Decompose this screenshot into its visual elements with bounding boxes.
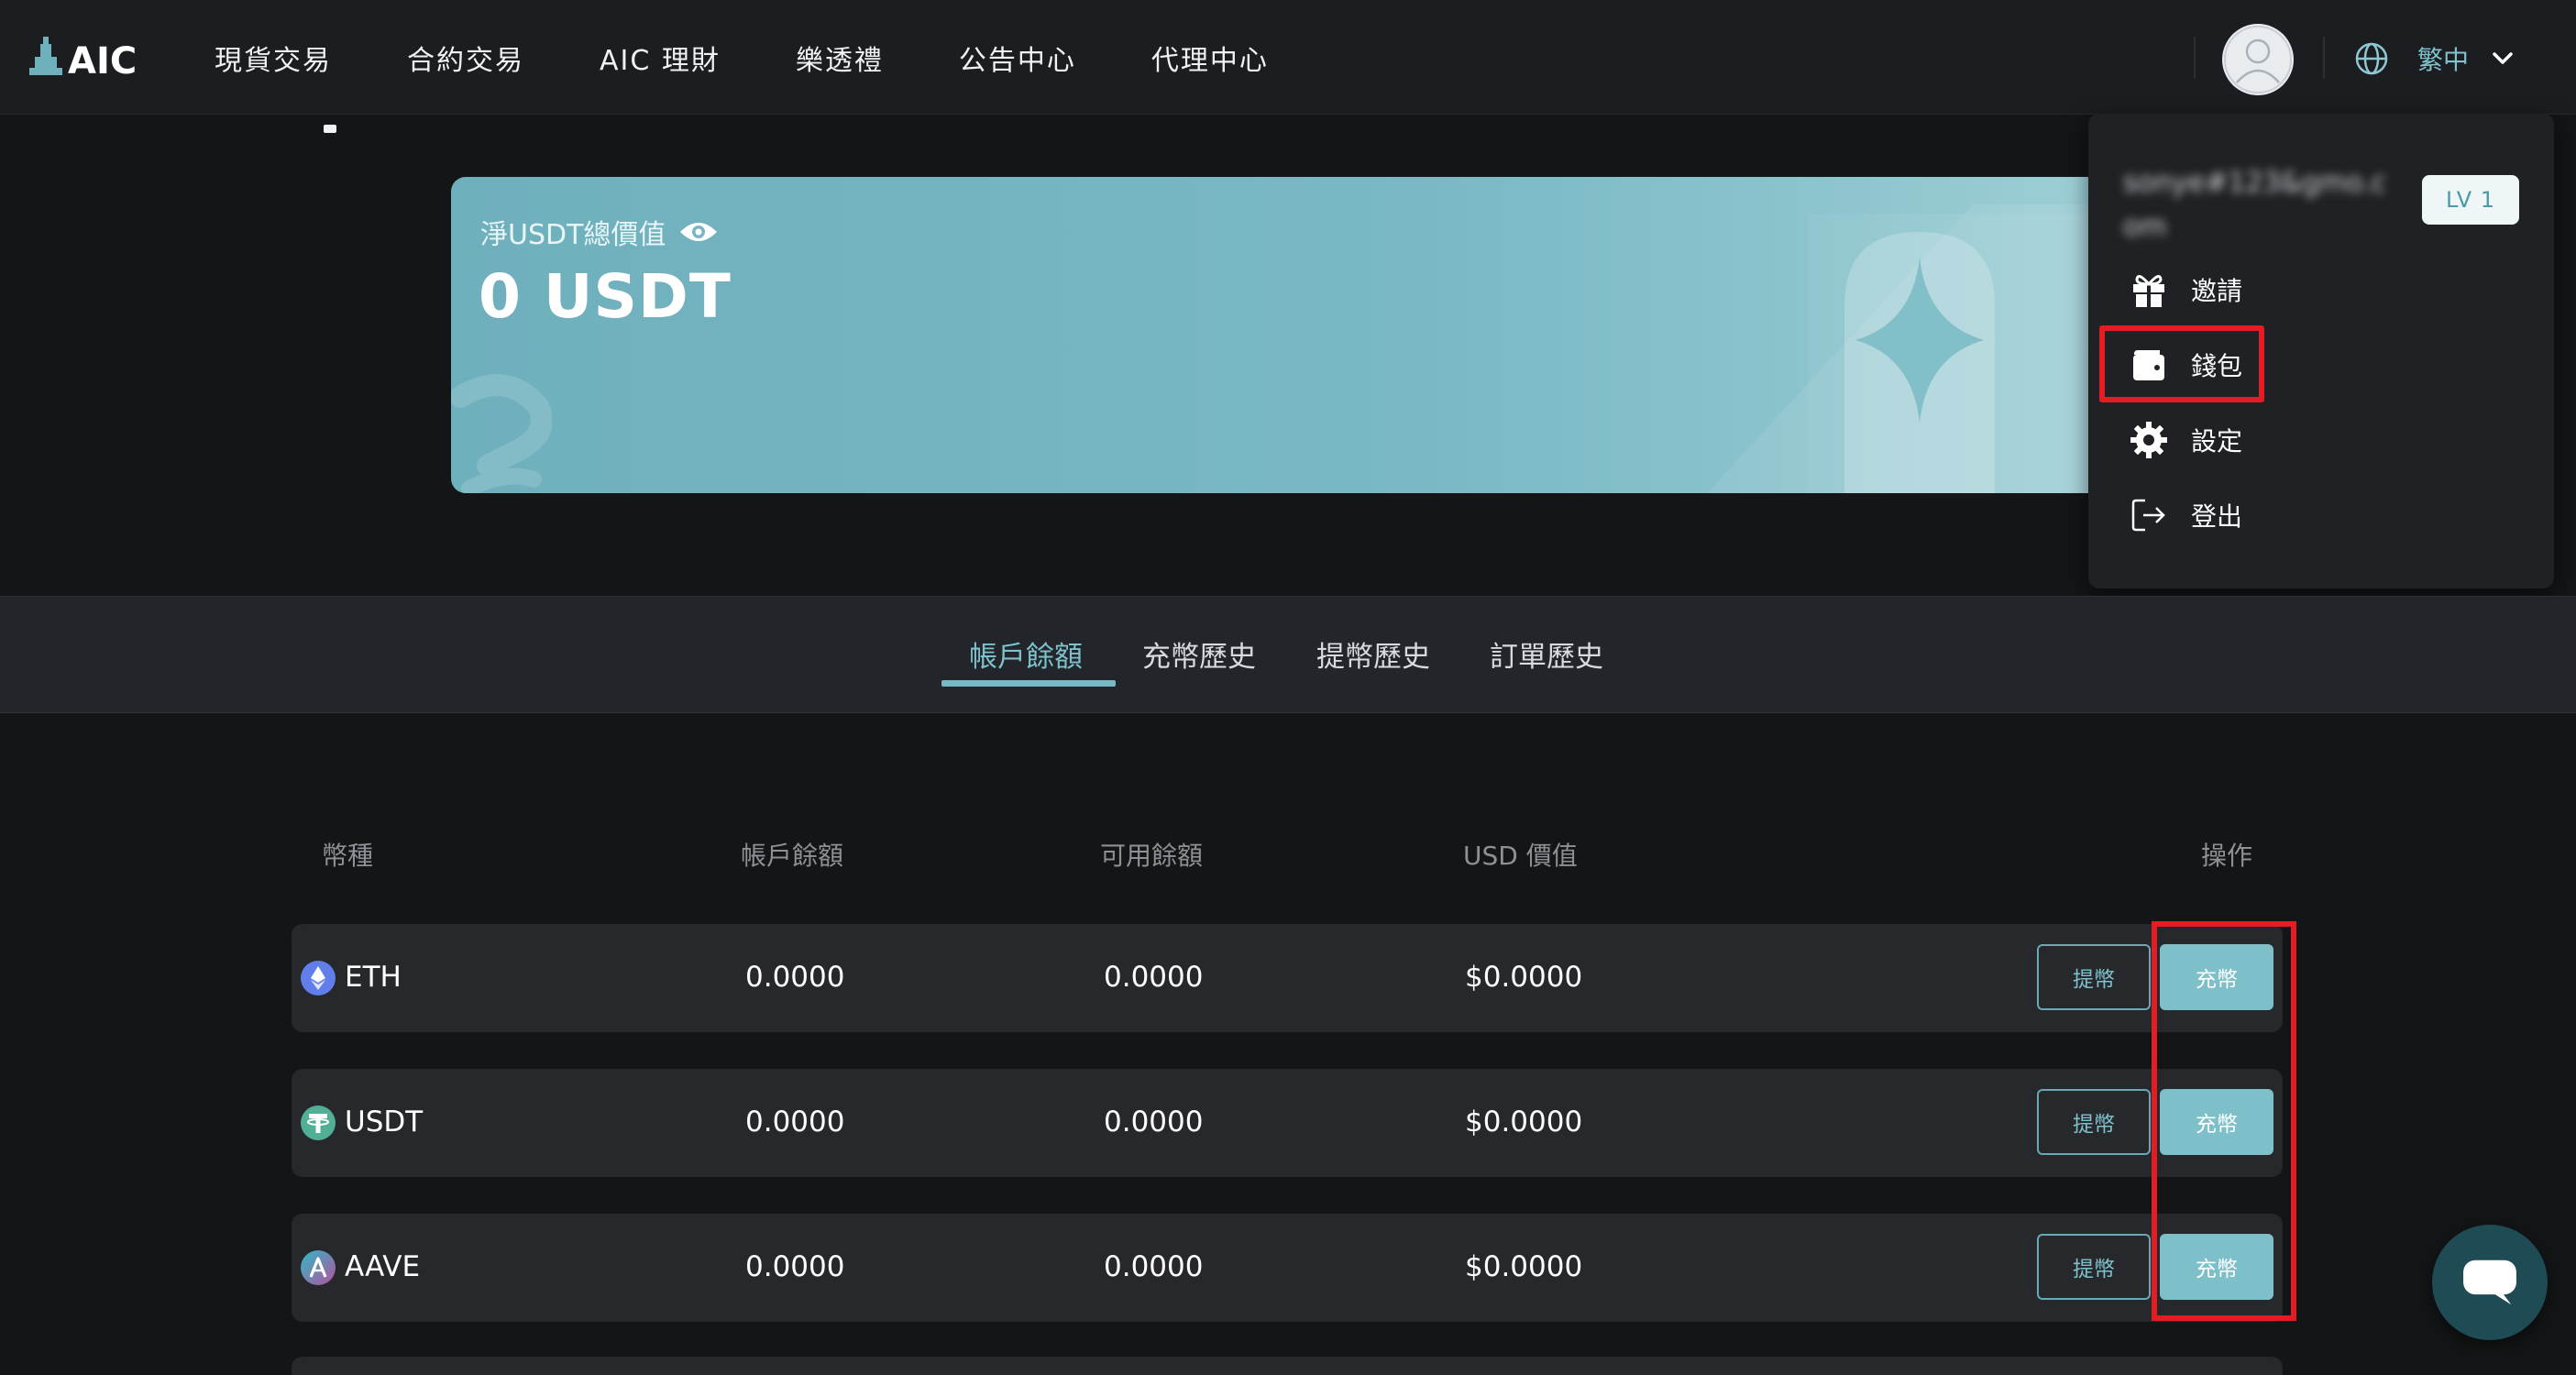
nav-futures-trading[interactable]: 合約交易 <box>407 38 524 78</box>
total-value-label: 淨USDT總價值 <box>480 212 719 252</box>
withdraw-button[interactable]: 提幣 <box>2037 1234 2151 1300</box>
chevron-down-icon[interactable] <box>2490 46 2515 72</box>
account-balance: 0.0000 <box>745 1250 845 1283</box>
logout-icon <box>2131 499 2165 532</box>
nav-agent-center[interactable]: 代理中心 <box>1151 38 1269 78</box>
usdt-icon <box>301 1106 336 1140</box>
nav-announcements[interactable]: 公告中心 <box>959 38 1076 78</box>
header-account-balance: 帳戶餘額 <box>741 841 844 871</box>
chain-decoration <box>451 374 552 493</box>
wallet-tabs: 帳戶餘額 充幣歷史 提幣歷史 訂單歷史 <box>0 596 2576 713</box>
nav-aic-finance[interactable]: AIC 理財 <box>600 38 721 78</box>
tab-deposit-history[interactable]: 充幣歷史 <box>1142 633 1256 675</box>
usd-value: $0.0000 <box>1465 961 1583 994</box>
tab-account-balance[interactable]: 帳戶餘額 <box>969 633 1083 675</box>
nav-divider <box>2194 37 2196 79</box>
coin-name: AAVE <box>345 1250 421 1283</box>
gift-icon <box>2133 275 2164 307</box>
menu-item-settings[interactable]: 設定 <box>2129 412 2242 468</box>
main-nav: 現貨交易 合約交易 AIC 理財 樂透禮 公告中心 代理中心 <box>215 0 1344 115</box>
available-balance: 0.0000 <box>1104 1250 1204 1283</box>
user-icon <box>2224 26 2292 94</box>
menu-item-logout[interactable]: 登出 <box>2129 488 2242 543</box>
avatar[interactable] <box>2222 24 2294 95</box>
nav-spot-trading[interactable]: 現貨交易 <box>215 38 332 78</box>
nav-divider <box>2323 37 2325 79</box>
account-balance: 0.0000 <box>745 961 845 994</box>
table-row: ETH 0.0000 0.0000 $0.0000 提幣 充幣 <box>292 924 2283 1032</box>
header-actions: 操作 <box>2201 841 2253 871</box>
coin-name: USDT <box>345 1106 424 1138</box>
user-email: sonye#123&gmo.com <box>2123 167 2387 243</box>
eth-icon <box>301 961 336 996</box>
coin-name: ETH <box>345 961 402 994</box>
table-row <box>292 1357 2283 1375</box>
total-value-card: 淨USDT總價值 0 USDT <box>451 177 2202 493</box>
gear-icon <box>2130 422 2167 458</box>
account-balance: 0.0000 <box>745 1106 845 1138</box>
tab-order-history[interactable]: 訂單歷史 <box>1490 633 1603 675</box>
total-value-amount: 0 USDT <box>479 261 732 332</box>
available-balance: 0.0000 <box>1104 961 1204 994</box>
usd-value: $0.0000 <box>1465 1106 1583 1138</box>
header-available-balance: 可用餘額 <box>1100 841 1204 871</box>
page-marker <box>324 125 336 133</box>
withdraw-button[interactable]: 提幣 <box>2037 944 2151 1010</box>
active-tab-indicator <box>941 680 1116 687</box>
aic-logo[interactable]: AIC <box>28 37 156 77</box>
globe-icon[interactable] <box>2354 41 2389 76</box>
top-navigation: AIC 現貨交易 合約交易 AIC 理財 樂透禮 公告中心 代理中心 繁中 <box>0 0 2576 115</box>
table-row: USDT 0.0000 0.0000 $0.0000 提幣 充幣 <box>292 1069 2283 1177</box>
tab-withdraw-history[interactable]: 提幣歷史 <box>1316 633 1430 675</box>
header-usd-value: USD 價值 <box>1463 841 1578 871</box>
nav-lottery-gift[interactable]: 樂透禮 <box>796 38 884 78</box>
withdraw-button[interactable]: 提幣 <box>2037 1089 2151 1155</box>
available-balance: 0.0000 <box>1104 1106 1204 1138</box>
eye-icon[interactable] <box>678 219 719 245</box>
table-row: AAVE 0.0000 0.0000 $0.0000 提幣 充幣 <box>292 1214 2283 1322</box>
usd-value: $0.0000 <box>1465 1250 1583 1283</box>
level-badge: LV 1 <box>2422 175 2519 225</box>
language-selector[interactable]: 繁中 <box>2417 40 2469 77</box>
aave-icon <box>301 1250 336 1285</box>
deposit-highlight-box <box>2152 921 2296 1321</box>
wallet-highlight-box <box>2099 325 2264 402</box>
menu-item-invite[interactable]: 邀請 <box>2129 262 2242 317</box>
header-coin: 幣種 <box>322 841 374 871</box>
chat-button[interactable] <box>2432 1225 2548 1340</box>
chat-bubble-icon <box>2463 1260 2516 1305</box>
svg-text:AIC: AIC <box>68 40 137 77</box>
